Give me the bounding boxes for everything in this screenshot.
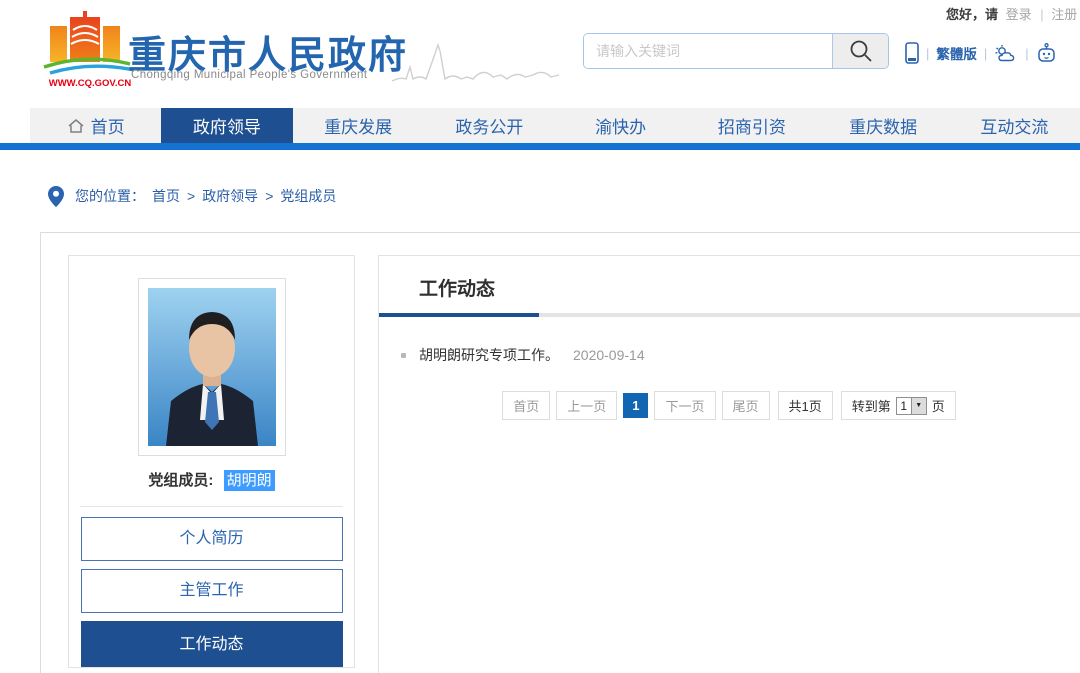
pagination-goto: 转到第 1 ▼ 页	[841, 391, 956, 420]
nav-item-label: 互动交流	[980, 113, 1048, 138]
article-link[interactable]: 胡明朗研究专项工作。	[419, 345, 559, 365]
breadcrumb-current[interactable]: 党组成员	[280, 186, 336, 206]
auth-divider: |	[1040, 7, 1043, 22]
nav-item-chongqing-development[interactable]: 重庆发展	[293, 108, 424, 143]
nav-item-yukuaiban[interactable]: 渝快办	[555, 108, 686, 143]
robot-icon[interactable]	[1036, 43, 1057, 63]
search-button[interactable]	[832, 34, 888, 68]
breadcrumb-separator: >	[187, 188, 195, 204]
nav-item-interaction[interactable]: 互动交流	[949, 108, 1080, 143]
sidebar-button-duties[interactable]: 主管工作	[81, 569, 343, 613]
login-link[interactable]: 登录	[1006, 7, 1032, 22]
greeting-text: 您好，请	[946, 7, 998, 22]
section-title-rule	[379, 313, 1080, 317]
panel-header: 工作动态	[379, 256, 1080, 317]
breadcrumb: 您的位置： 首页 > 政府领导 > 党组成员	[48, 185, 336, 207]
official-photo	[138, 278, 286, 456]
goto-suffix: 页	[932, 396, 945, 415]
icon-divider: |	[926, 46, 929, 61]
search-icon	[849, 39, 873, 63]
article-list-item[interactable]: 胡明朗研究专项工作。 2020-09-14	[401, 345, 1080, 365]
breadcrumb-prefix: 您的位置：	[75, 186, 145, 206]
register-link[interactable]: 注册	[1051, 7, 1077, 22]
weather-icon[interactable]	[994, 44, 1018, 63]
icon-divider: |	[1025, 46, 1028, 61]
pagination-page-1-button[interactable]: 1	[623, 393, 648, 418]
skyline-decoration	[392, 36, 560, 88]
work-updates-panel: 工作动态 胡明朗研究专项工作。 2020-09-14 首页 上一页 1 下一页 …	[378, 255, 1080, 673]
nav-item-government-affairs[interactable]: 政务公开	[424, 108, 555, 143]
bullet-icon	[401, 353, 406, 358]
article-date: 2020-09-14	[573, 347, 645, 363]
location-pin-icon	[48, 186, 64, 207]
mobile-icon[interactable]	[905, 42, 919, 64]
nav-item-label: 首页	[91, 113, 125, 138]
traditional-version-link[interactable]: 繁體版	[936, 43, 977, 63]
official-caption: 党组成员: 胡明朗	[69, 469, 354, 490]
sidebar-button-group: 个人简历 主管工作 工作动态	[69, 517, 354, 667]
page-select[interactable]: 1 ▼	[896, 397, 927, 415]
pagination-next-button[interactable]: 下一页	[654, 391, 715, 420]
header-quick-links: | 繁體版 | |	[905, 42, 1057, 64]
nav-item-home[interactable]: 首页	[30, 108, 161, 143]
site-subtitle: Chongqing Municipal People's Government	[131, 69, 367, 81]
nav-item-government-leaders[interactable]: 政府领导	[161, 108, 292, 143]
pagination-last-button[interactable]: 尾页	[722, 391, 770, 420]
home-icon	[67, 118, 85, 134]
nav-item-label: 政务公开	[455, 113, 523, 138]
pagination-total-pages: 共1页	[778, 391, 833, 420]
caption-label: 党组成员:	[148, 472, 213, 489]
pagination-first-button[interactable]: 首页	[502, 391, 550, 420]
breadcrumb-separator: >	[265, 188, 273, 204]
sidebar-button-resume[interactable]: 个人简历	[81, 517, 343, 561]
official-name-highlighted: 胡明朗	[224, 470, 275, 491]
nav-item-label: 重庆发展	[324, 113, 392, 138]
section-title: 工作动态	[419, 279, 1080, 301]
sidebar-divider	[80, 506, 343, 507]
main-nav: 首页 政府领导 重庆发展 政务公开 渝快办 招商引资 重庆数据 互动交流	[30, 108, 1080, 143]
dropdown-arrow-icon[interactable]: ▼	[911, 398, 926, 414]
page-select-value: 1	[897, 398, 911, 414]
pagination: 首页 上一页 1 下一页 尾页 共1页 转到第 1 ▼ 页	[379, 391, 1079, 420]
breadcrumb-section[interactable]: 政府领导	[202, 186, 258, 206]
nav-item-label: 政府领导	[193, 113, 261, 138]
nav-item-label: 招商引资	[718, 113, 786, 138]
sidebar-button-work-updates[interactable]: 工作动态	[81, 621, 343, 667]
nav-item-investment[interactable]: 招商引资	[686, 108, 817, 143]
account-bar: 您好，请 登录 | 注册	[946, 4, 1077, 23]
nav-accent-strip	[0, 143, 1080, 150]
logo-url-text: WWW.CQ.GOV.CN	[49, 78, 132, 89]
search-box	[583, 33, 889, 69]
search-input[interactable]	[584, 34, 832, 68]
goto-prefix: 转到第	[852, 396, 891, 415]
nav-item-label: 重庆数据	[849, 113, 917, 138]
official-portrait-image	[148, 288, 276, 446]
profile-card: 党组成员: 胡明朗 个人简历 主管工作 工作动态	[68, 255, 355, 668]
pagination-prev-button[interactable]: 上一页	[556, 391, 617, 420]
icon-divider: |	[984, 46, 987, 61]
nav-item-chongqing-data[interactable]: 重庆数据	[818, 108, 949, 143]
breadcrumb-home[interactable]: 首页	[152, 186, 180, 206]
nav-item-label: 渝快办	[595, 113, 646, 138]
